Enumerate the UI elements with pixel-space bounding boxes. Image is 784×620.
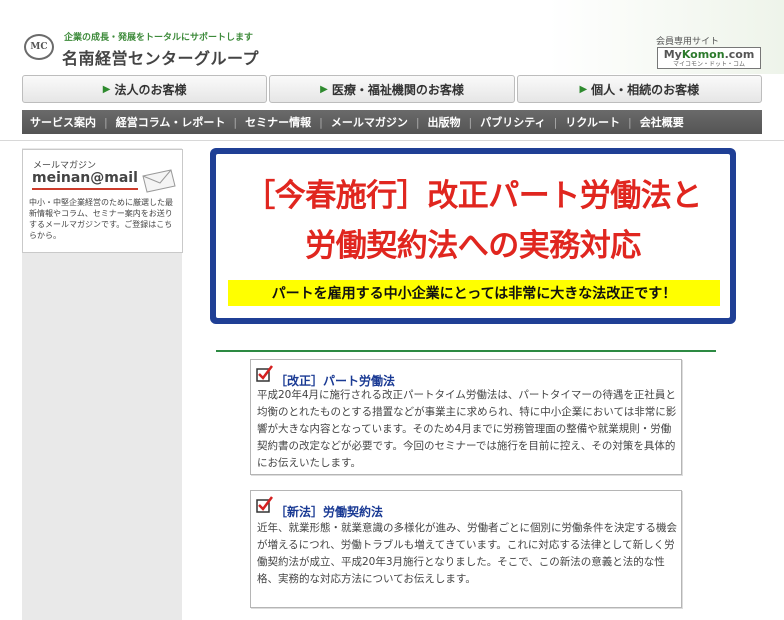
banner-title-line2: 労働契約法への実務対応 — [305, 228, 641, 264]
section-divider — [216, 350, 716, 352]
mail-magazine-title: meinan@mail — [32, 170, 138, 186]
title-underline — [32, 188, 138, 190]
section-text: 近年、就業形態・就業意識の多様化が進み、労働者ごとに個別に労働条件を決定する機会… — [257, 522, 677, 585]
menu-company[interactable]: 会社概要 — [632, 114, 692, 130]
arrow-right-icon: ▶ — [102, 83, 111, 95]
banner-subtitle: パートを雇用する中小企業にとっては非常に大きな法改正です！ — [228, 280, 720, 306]
section-heading: ［新法］労働契約法 — [275, 505, 384, 519]
banner-inner: ［今春施行］改正パート労働法と 労働契約法への実務対応 パートを雇用する中小企業… — [216, 154, 730, 318]
menu-mail-magazine[interactable]: メールマガジン — [323, 114, 416, 130]
checkbox-checked-icon — [256, 365, 273, 382]
banner-title-line1: ［今春施行］改正パート労働法と — [244, 178, 702, 214]
menu-recruit[interactable]: リクルート — [557, 114, 628, 130]
mail-magazine-description: 中小・中堅企業経営のために厳選した最新情報やコラム、セミナー案内をお送りするメー… — [29, 198, 173, 240]
checkbox-checked-icon — [256, 496, 273, 513]
mail-magazine-banner[interactable]: メールマガジン meinan@mail 中小・中堅企業経営のために厳選した最新情… — [22, 149, 183, 253]
tab-corporate[interactable]: ▶ 法人のお客様 — [22, 75, 268, 103]
menu-seminars[interactable]: セミナー情報 — [237, 114, 319, 130]
global-menu: サービス案内 | 経営コラム・レポート | セミナー情報 | メールマガジン | 出版物… — [22, 110, 762, 134]
arrow-right-icon: ▶ — [320, 83, 328, 95]
section-part-time-law: ［改正］パート労働法 平成20年4月に施行される改正パートタイム労働法は、パート… — [250, 359, 682, 475]
mykomon-reading: マイコモン・ドット・コム — [672, 61, 745, 68]
menu-columns[interactable]: 経営コラム・レポート — [108, 114, 234, 130]
arrow-right-icon: ▶ — [579, 83, 588, 95]
section-text: 平成20年4月に施行される改正パートタイム労働法は、パートタイマーの待遇を正社員… — [257, 389, 677, 469]
tab-individual-inheritance[interactable]: ▶ 個人・相続のお客様 — [516, 75, 762, 103]
tab-medical-welfare[interactable]: ▶ 医療・福祉機関のお客様 — [269, 75, 515, 103]
customer-category-tabs: ▶ 法人のお客様 ▶ 医療・福祉機関のお客様 ▶ 個人・相続のお客様 — [22, 75, 762, 103]
menu-publications[interactable]: 出版物 — [420, 114, 469, 130]
menu-services[interactable]: サービス案内 — [22, 114, 104, 130]
seminar-banner[interactable]: ［今春施行］改正パート労働法と 労働契約法への実務対応 パートを雇用する中小企業… — [210, 148, 736, 324]
member-site-label: 会員専用サイト — [656, 37, 720, 47]
divider — [0, 140, 784, 141]
brand-name[interactable]: 名南経営センターグループ — [62, 45, 259, 69]
section-labor-contract-law: ［新法］労働契約法 近年、就業形態・就業意識の多様化が進み、労働者ごとに個別に労… — [250, 490, 682, 608]
mykomon-link[interactable]: MyKomon.com マイコモン・ドット・コム — [657, 47, 761, 69]
menu-publicity[interactable]: パブリシティ — [472, 114, 553, 130]
company-logo[interactable]: MC — [24, 34, 54, 60]
tagline: 企業の成長・発展をトータルにサポートします — [64, 33, 254, 43]
envelope-icon — [142, 169, 176, 193]
mykomon-logo-text: MyKomon.com — [663, 48, 755, 61]
